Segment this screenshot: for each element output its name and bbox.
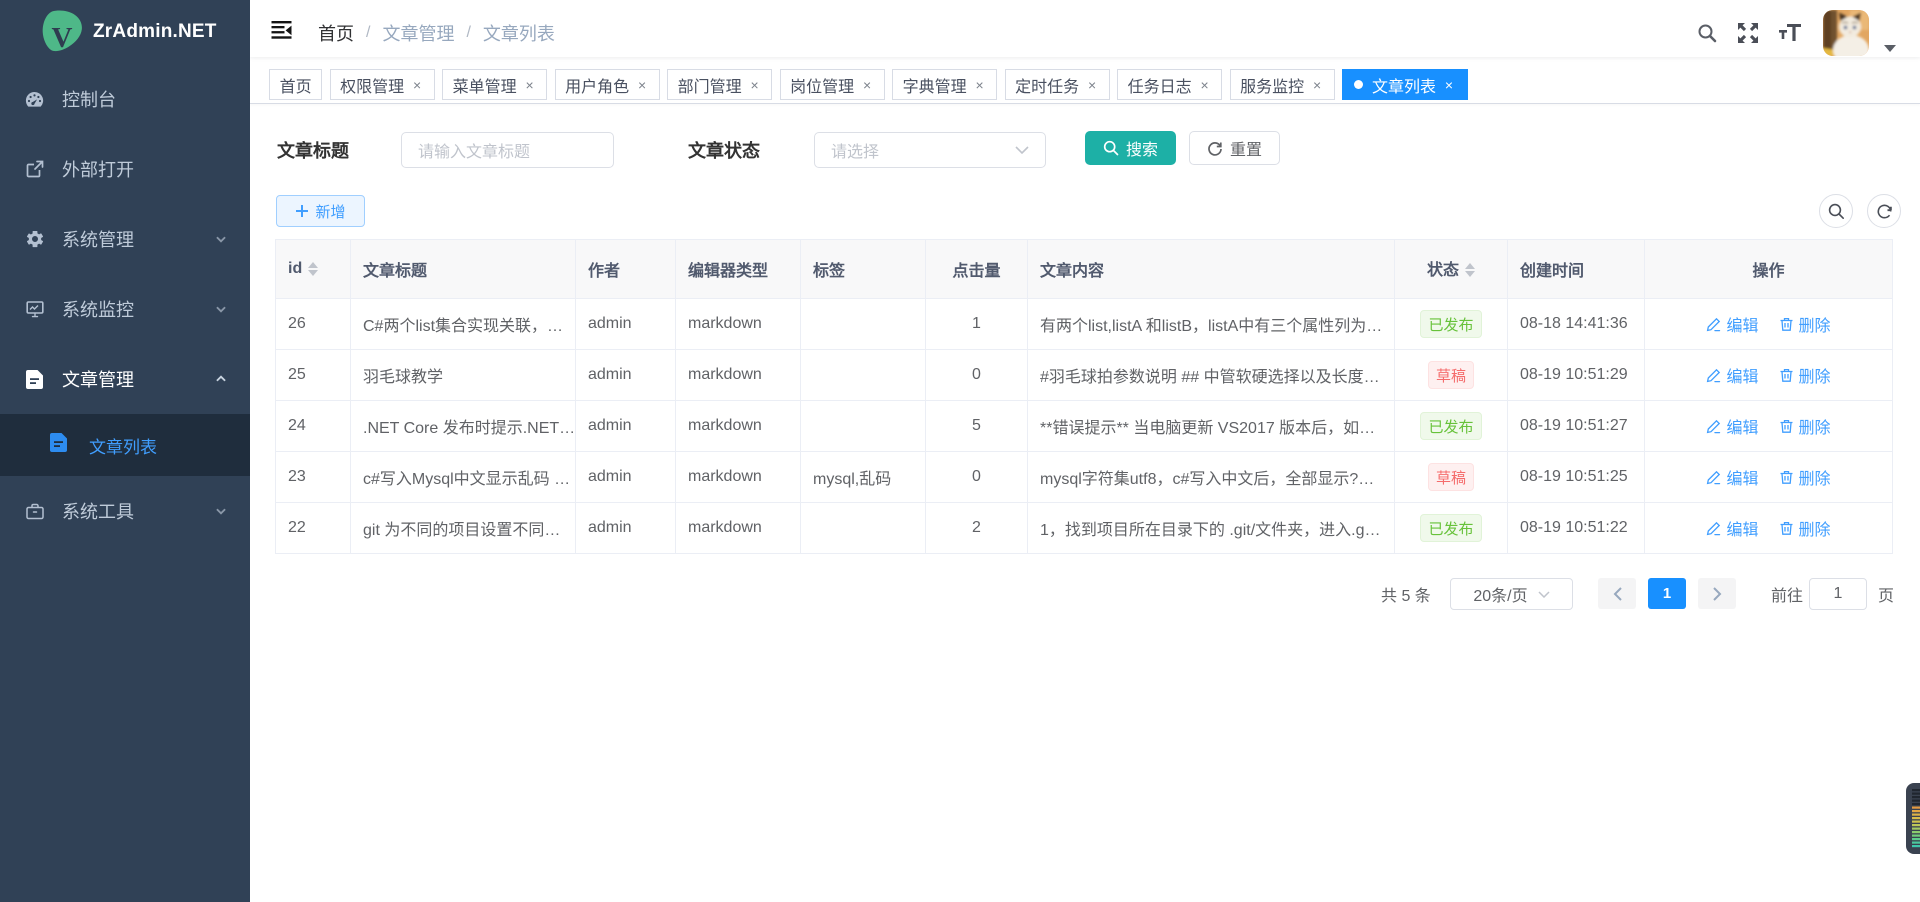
svg-text:V: V	[52, 22, 73, 54]
